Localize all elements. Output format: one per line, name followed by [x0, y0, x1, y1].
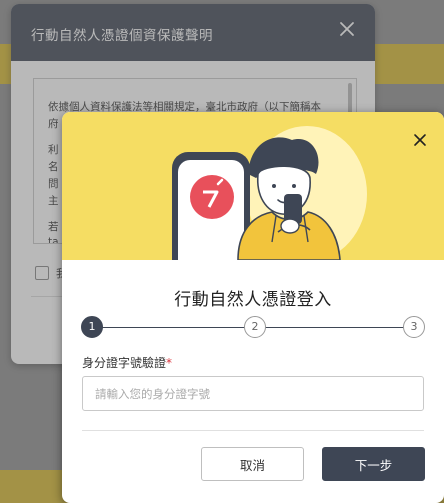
step-1-indicator: 1 — [81, 316, 103, 338]
login-title: 行動自然人憑證登入 — [174, 290, 332, 310]
login-dialog: 行動自然人憑證登入 1 2 3 身分證字號驗證* 取消 下一步 — [62, 112, 444, 503]
id-field-label: 身分證字號驗證* — [82, 354, 172, 371]
divider — [82, 430, 424, 431]
close-icon[interactable] — [412, 132, 428, 148]
step-3-indicator: 3 — [403, 316, 425, 338]
next-button[interactable]: 下一步 — [322, 447, 425, 481]
required-mark: * — [166, 356, 173, 370]
person-holding-phone-illustration — [172, 126, 367, 260]
step-2-indicator: 2 — [244, 316, 266, 338]
id-number-input[interactable] — [82, 376, 424, 411]
cancel-button[interactable]: 取消 — [201, 447, 304, 481]
hero-banner — [62, 112, 444, 260]
id-field-label-text: 身分證字號驗證 — [82, 356, 167, 370]
